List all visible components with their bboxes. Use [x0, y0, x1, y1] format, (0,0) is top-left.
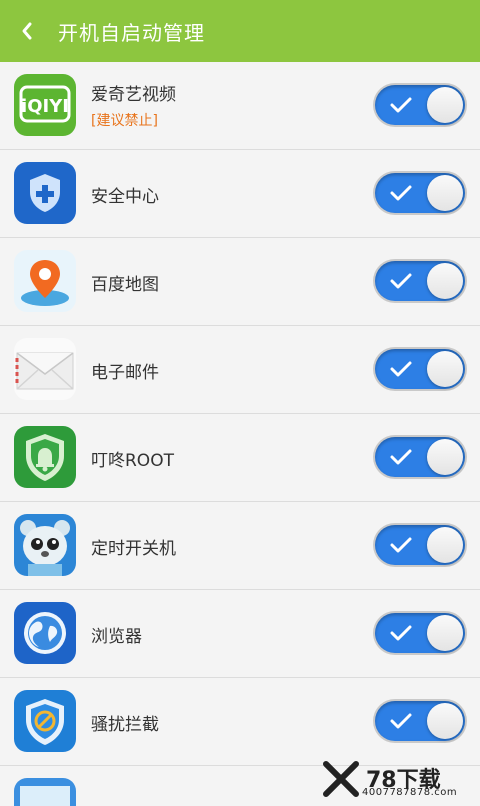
autostart-toggle[interactable] — [375, 349, 465, 389]
app-name: 爱奇艺视频 — [91, 85, 176, 105]
security-shield-icon — [14, 162, 76, 224]
check-icon — [390, 449, 412, 465]
list-item: 电子邮件 — [0, 326, 480, 414]
list-item: 叮咚ROOT — [0, 414, 480, 502]
app-icon — [14, 778, 76, 806]
check-icon — [390, 537, 412, 553]
check-icon — [390, 273, 412, 289]
toggle-knob — [427, 263, 463, 299]
autostart-app-list: iQIYI 爱奇艺视频 [建议禁止] 安全中心 百度地图 电子邮件 叮咚ROOT… — [0, 62, 480, 806]
app-header: 开机自启动管理 — [0, 0, 480, 62]
toggle-knob — [427, 175, 463, 211]
page-title: 开机自启动管理 — [58, 20, 205, 45]
list-item: iQIYI 爱奇艺视频 [建议禁止] — [0, 62, 480, 150]
check-icon — [390, 713, 412, 729]
globe-icon — [14, 602, 76, 664]
list-item: 安全中心 — [0, 150, 480, 238]
toggle-knob — [427, 527, 463, 563]
autostart-toggle[interactable] — [375, 173, 465, 213]
bell-shield-icon — [14, 426, 76, 488]
iqiyi-icon: iQIYI — [14, 74, 76, 136]
watermark-url: 4007787878.com — [362, 787, 458, 798]
list-item: 百度地图 — [0, 238, 480, 326]
app-name: 叮咚ROOT — [91, 451, 174, 471]
check-icon — [390, 97, 412, 113]
bear-icon — [14, 514, 76, 576]
chevron-left-icon — [22, 22, 32, 40]
block-shield-icon — [14, 690, 76, 752]
app-name: 百度地图 — [91, 275, 159, 295]
list-item: 定时开关机 — [0, 502, 480, 590]
map-pin-icon — [14, 250, 76, 312]
toggle-knob — [427, 439, 463, 475]
toggle-knob — [427, 351, 463, 387]
autostart-toggle[interactable] — [375, 85, 465, 125]
watermark-logo: 78下载 4007787878.com — [322, 760, 472, 800]
autostart-toggle[interactable] — [375, 613, 465, 653]
toggle-knob — [427, 703, 463, 739]
autostart-toggle[interactable] — [375, 261, 465, 301]
autostart-toggle[interactable] — [375, 701, 465, 741]
autostart-toggle[interactable] — [375, 525, 465, 565]
toggle-knob — [427, 615, 463, 651]
app-name: 浏览器 — [91, 627, 142, 647]
check-icon — [390, 361, 412, 377]
recommendation-note: [建议禁止] — [91, 113, 158, 129]
app-name: 电子邮件 — [91, 363, 159, 383]
app-name: 安全中心 — [91, 187, 159, 207]
check-icon — [390, 625, 412, 641]
x-logo-icon — [323, 761, 359, 797]
list-item: 浏览器 — [0, 590, 480, 678]
list-item: 骚扰拦截 — [0, 678, 480, 766]
envelope-icon — [14, 338, 76, 400]
autostart-toggle[interactable] — [375, 437, 465, 477]
app-name: 骚扰拦截 — [91, 715, 159, 735]
back-button[interactable] — [20, 0, 56, 62]
check-icon — [390, 185, 412, 201]
toggle-knob — [427, 87, 463, 123]
svg-text:iQIYI: iQIYI — [21, 96, 69, 117]
app-name: 定时开关机 — [91, 539, 176, 559]
